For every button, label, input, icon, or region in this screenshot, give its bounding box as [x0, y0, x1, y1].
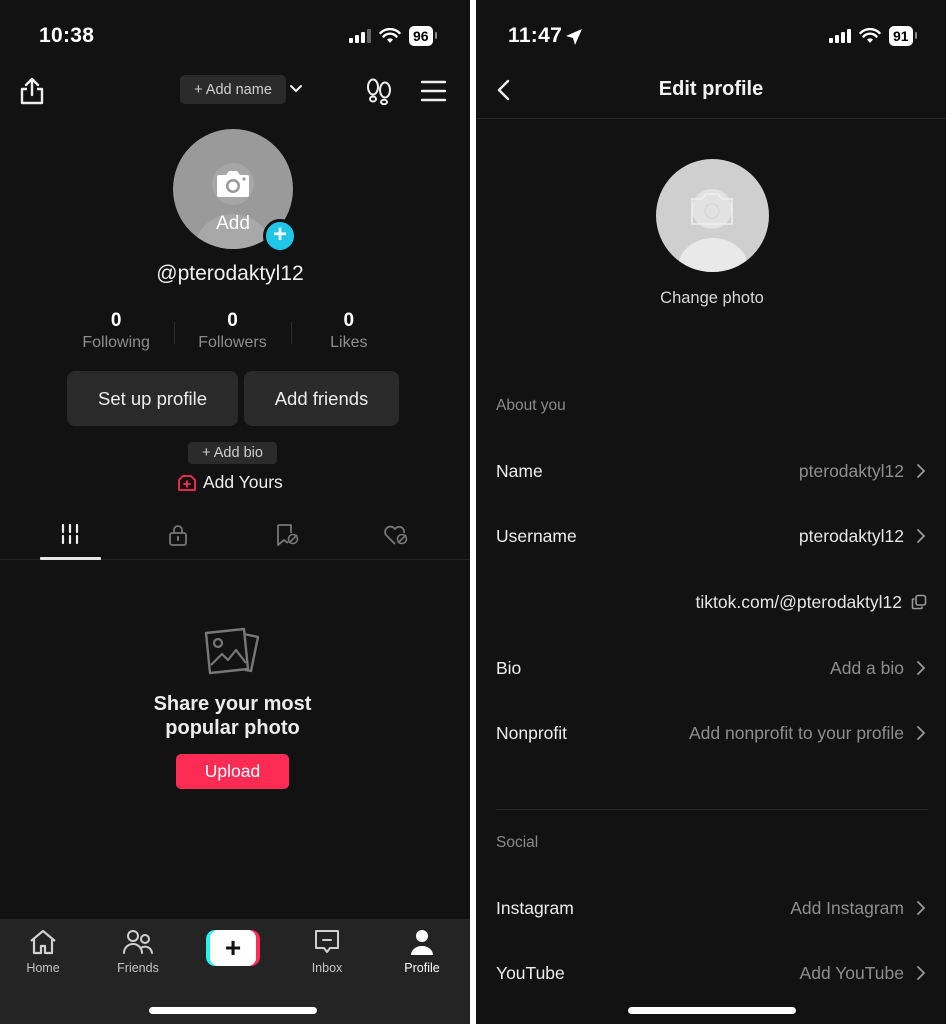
nav-inbox[interactable]: Inbox: [292, 927, 362, 975]
stat-following[interactable]: 0 Following: [58, 310, 174, 352]
footprints-icon[interactable]: [365, 77, 393, 105]
tab-liked[interactable]: [366, 515, 426, 560]
add-bio-button[interactable]: + Add bio: [188, 442, 277, 464]
photos-icon: [204, 627, 259, 675]
username-handle: @pterodaktyl12: [156, 262, 304, 285]
profile-stats: 0 Following 0 Followers 0 Likes: [58, 310, 407, 352]
row-profile-link: tiktok.com/@pterodaktyl12: [496, 587, 928, 617]
status-time: 11:47: [508, 24, 563, 47]
page-title: Edit profile: [658, 78, 764, 100]
add-name-button[interactable]: + Add name: [180, 75, 286, 104]
camera-icon: [217, 171, 249, 197]
chevron-right-icon: [917, 661, 926, 675]
chevron-right-icon: [917, 464, 926, 478]
set-up-profile-button[interactable]: Set up profile: [67, 371, 238, 426]
add-yours-button[interactable]: Add Yours: [177, 472, 283, 493]
create-button[interactable]: +: [206, 930, 260, 966]
add-friends-button[interactable]: Add friends: [244, 371, 399, 426]
edit-avatar[interactable]: [656, 159, 769, 272]
wifi-icon: [379, 28, 401, 43]
empty-title-line2: popular photo: [165, 717, 300, 739]
nav-profile[interactable]: Profile: [387, 927, 457, 975]
add-avatar-plus-icon[interactable]: +: [263, 219, 297, 253]
create-plus-icon: +: [210, 930, 256, 966]
nav-home[interactable]: Home: [8, 927, 78, 975]
camera-icon: [691, 193, 733, 225]
edit-profile-screen: 11:47 91 Edit profile Change photo About…: [476, 0, 946, 1024]
inbox-icon: [315, 930, 339, 953]
row-youtube[interactable]: YouTube Add YouTube: [496, 958, 928, 988]
profile-icon: [411, 930, 433, 955]
row-instagram[interactable]: Instagram Add Instagram: [496, 893, 928, 923]
section-social: Social: [496, 834, 539, 851]
share-icon[interactable]: [18, 76, 46, 106]
empty-title-line1: Share your most: [153, 693, 312, 715]
profile-url: tiktok.com/@pterodaktyl12: [695, 591, 902, 612]
chevron-right-icon: [917, 529, 926, 543]
tab-saved[interactable]: [257, 515, 317, 560]
chevron-right-icon: [917, 726, 926, 740]
friends-icon: [123, 930, 153, 954]
tab-private[interactable]: [148, 515, 208, 560]
cellular-signal-icon: [349, 29, 371, 43]
profile-tabs: [0, 515, 470, 560]
stat-followers[interactable]: 0 Followers: [174, 310, 290, 352]
grid-icon: [61, 523, 79, 545]
menu-icon[interactable]: [420, 80, 447, 102]
status-bar: 10:38 96: [0, 0, 470, 70]
chevron-right-icon: [917, 966, 926, 980]
edit-profile-header: Edit profile: [476, 60, 946, 119]
battery-indicator: 96: [409, 26, 437, 46]
bookmark-hidden-icon: [277, 524, 299, 546]
home-icon: [30, 929, 56, 955]
copy-link-button[interactable]: [910, 594, 928, 610]
cellular-signal-icon: [829, 29, 851, 43]
home-indicator: [628, 1007, 796, 1014]
stat-likes[interactable]: 0 Likes: [290, 310, 407, 352]
empty-state: Share your most popular photo Upload: [0, 625, 465, 789]
location-arrow-icon: [566, 29, 582, 45]
heart-hidden-icon: [384, 525, 408, 545]
tab-videos[interactable]: [40, 515, 101, 560]
change-photo-link[interactable]: Change photo: [476, 289, 946, 308]
battery-indicator: 91: [889, 26, 917, 46]
status-time: 10:38: [39, 24, 95, 47]
home-indicator: [149, 1007, 317, 1014]
add-yours-icon: [178, 474, 196, 491]
section-about-you: About you: [496, 397, 566, 414]
copy-icon: [911, 594, 927, 610]
row-bio[interactable]: Bio Add a bio: [496, 653, 928, 683]
row-name[interactable]: Name pterodaktyl12: [496, 456, 928, 486]
wifi-icon: [859, 28, 881, 43]
section-divider: [496, 809, 928, 810]
upload-button[interactable]: Upload: [176, 754, 289, 789]
nav-friends[interactable]: Friends: [103, 927, 173, 975]
row-username[interactable]: Username pterodaktyl12: [496, 521, 928, 551]
chevron-down-icon[interactable]: [288, 81, 304, 97]
profile-screen: 10:38 96 + Add name Add + @pterodaktyl12…: [0, 0, 470, 1024]
lock-icon: [169, 525, 187, 546]
row-nonprofit[interactable]: Nonprofit Add nonprofit to your profile: [496, 718, 928, 748]
chevron-right-icon: [917, 901, 926, 915]
